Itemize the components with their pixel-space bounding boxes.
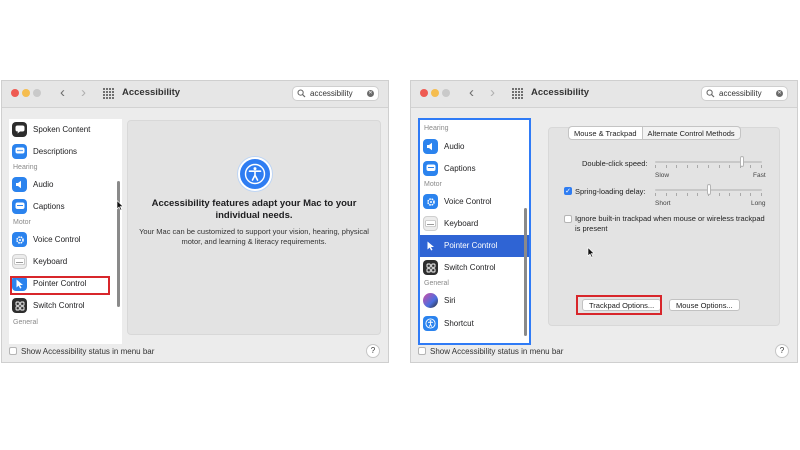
window-title: Accessibility (531, 87, 590, 98)
sidebar-item-siri[interactable]: Siri (420, 290, 529, 312)
pointer-icon (423, 238, 438, 253)
long-label: Long (751, 200, 766, 207)
search-icon (706, 89, 715, 98)
zoom-window-button[interactable] (33, 89, 41, 97)
zoom-window-button[interactable] (442, 89, 450, 97)
help-button[interactable]: ? (775, 344, 789, 358)
show-status-label: Show Accessibility status in menu bar (21, 347, 155, 356)
gear-icon (423, 194, 438, 209)
back-chevron-icon[interactable]: ‹ (469, 84, 474, 101)
speech-bubble-icon (12, 122, 27, 137)
back-chevron-icon[interactable]: ‹ (60, 84, 65, 101)
tab-alternate-control-methods[interactable]: Alternate Control Methods (642, 126, 741, 140)
section-header-hearing: Hearing (13, 164, 38, 171)
slider-knob[interactable] (740, 156, 744, 167)
sidebar-item-captions[interactable]: Captions (420, 158, 529, 180)
spring-loading-delay-label: Spring-loading delay: (575, 187, 646, 196)
double-click-speed-label: Double-click speed: (582, 159, 648, 168)
preferences-window-1: ‹ › Accessibility accessibility ✕ Spoken… (1, 80, 389, 363)
highlight-box-trackpad-options (576, 295, 662, 315)
mouse-cursor-icon (587, 247, 595, 258)
window-toolbar: ‹ › Accessibility accessibility ✕ (411, 81, 797, 108)
search-icon (297, 89, 306, 98)
sidebar-item-voice-control[interactable]: Voice Control (9, 229, 122, 251)
section-header-general: General (424, 280, 449, 287)
mouse-cursor-icon (116, 200, 124, 211)
sidebar-item-captions[interactable]: Captions (9, 196, 122, 218)
window-footer: Show Accessibility status in menu bar ? (411, 341, 797, 362)
mouse-options-button[interactable]: Mouse Options... (669, 299, 740, 311)
captions-icon (12, 199, 27, 214)
siri-icon (423, 293, 438, 308)
show-all-grid-icon[interactable] (103, 88, 114, 99)
switch-grid-icon (12, 298, 27, 313)
clear-search-icon[interactable]: ✕ (367, 90, 374, 97)
minimize-window-button[interactable] (22, 89, 30, 97)
sidebar-item-switch-control[interactable]: Switch Control (9, 295, 122, 317)
sidebar-item-keyboard[interactable]: Keyboard (420, 213, 529, 235)
sidebar-item-audio[interactable]: Audio (420, 136, 529, 158)
fast-label: Fast (753, 172, 766, 179)
ignore-trackpad-label: Ignore built-in trackpad when mouse or w… (575, 214, 765, 233)
search-query: accessibility (719, 89, 762, 98)
forward-chevron-icon[interactable]: › (490, 84, 495, 101)
section-header-motor: Motor (13, 219, 31, 226)
spring-loading-checkbox[interactable]: ✓ (564, 187, 572, 195)
sidebar[interactable]: Hearing Audio Captions Motor Voice Contr… (418, 118, 531, 345)
accessibility-icon (423, 316, 438, 331)
slider-knob[interactable] (707, 184, 711, 195)
welcome-pane: Accessibility features adapt your Mac to… (127, 120, 381, 335)
window-title: Accessibility (122, 87, 181, 98)
sidebar-item-pointer-control[interactable]: Pointer Control (420, 235, 529, 257)
show-status-checkbox[interactable] (9, 347, 17, 355)
close-window-button[interactable] (11, 89, 19, 97)
sidebar-item-descriptions[interactable]: Descriptions (9, 141, 122, 163)
speaker-icon (12, 177, 27, 192)
slow-label: Slow (655, 172, 670, 179)
section-header-hearing: Hearing (424, 125, 449, 132)
pane-description: Your Mac can be customized to support yo… (139, 227, 369, 246)
section-header-general: General (13, 319, 38, 326)
highlight-box-pointer-control (10, 276, 110, 295)
accessibility-icon (238, 157, 272, 191)
window-toolbar: ‹ › Accessibility accessibility ✕ (2, 81, 388, 108)
forward-chevron-icon[interactable]: › (81, 84, 86, 101)
sidebar-item-voice-control[interactable]: Voice Control (420, 191, 529, 213)
keyboard-icon (423, 216, 438, 231)
close-window-button[interactable] (420, 89, 428, 97)
sidebar-item-audio[interactable]: Audio (9, 174, 122, 196)
clear-search-icon[interactable]: ✕ (776, 90, 783, 97)
tab-mouse-trackpad[interactable]: Mouse & Trackpad (568, 126, 643, 140)
captions-icon (423, 161, 438, 176)
search-field[interactable]: accessibility ✕ (292, 86, 379, 101)
sidebar-item-keyboard[interactable]: Keyboard (9, 251, 122, 273)
keyboard-icon (12, 254, 27, 269)
short-label: Short (655, 200, 671, 207)
sidebar-item-spoken-content[interactable]: Spoken Content (9, 119, 122, 141)
sidebar-item-shortcut[interactable]: Shortcut (420, 313, 529, 335)
spring-loading-delay-slider[interactable] (655, 184, 762, 196)
section-header-motor: Motor (424, 181, 442, 188)
sidebar-item-switch-control[interactable]: Switch Control (420, 257, 529, 279)
ignore-trackpad-checkbox[interactable] (564, 215, 572, 223)
minimize-window-button[interactable] (431, 89, 439, 97)
double-click-speed-slider[interactable] (655, 156, 762, 168)
search-field[interactable]: accessibility ✕ (701, 86, 788, 101)
sidebar[interactable]: Spoken Content Descriptions Hearing Audi… (9, 119, 122, 344)
gear-icon (12, 232, 27, 247)
pane-headline: Accessibility features adapt your Mac to… (151, 198, 357, 221)
sidebar-scrollbar[interactable] (524, 208, 527, 336)
preferences-window-2: ‹ › Accessibility accessibility ✕ Hearin… (410, 80, 798, 363)
tab-group: Mouse & Trackpad Alternate Control Metho… (568, 126, 741, 140)
show-status-label: Show Accessibility status in menu bar (430, 347, 564, 356)
show-all-grid-icon[interactable] (512, 88, 523, 99)
help-button[interactable]: ? (366, 344, 380, 358)
show-status-checkbox[interactable] (418, 347, 426, 355)
search-query: accessibility (310, 89, 353, 98)
switch-grid-icon (423, 260, 438, 275)
window-footer: Show Accessibility status in menu bar ? (2, 341, 388, 362)
speech-bubble-icon (12, 144, 27, 159)
speaker-icon (423, 139, 438, 154)
